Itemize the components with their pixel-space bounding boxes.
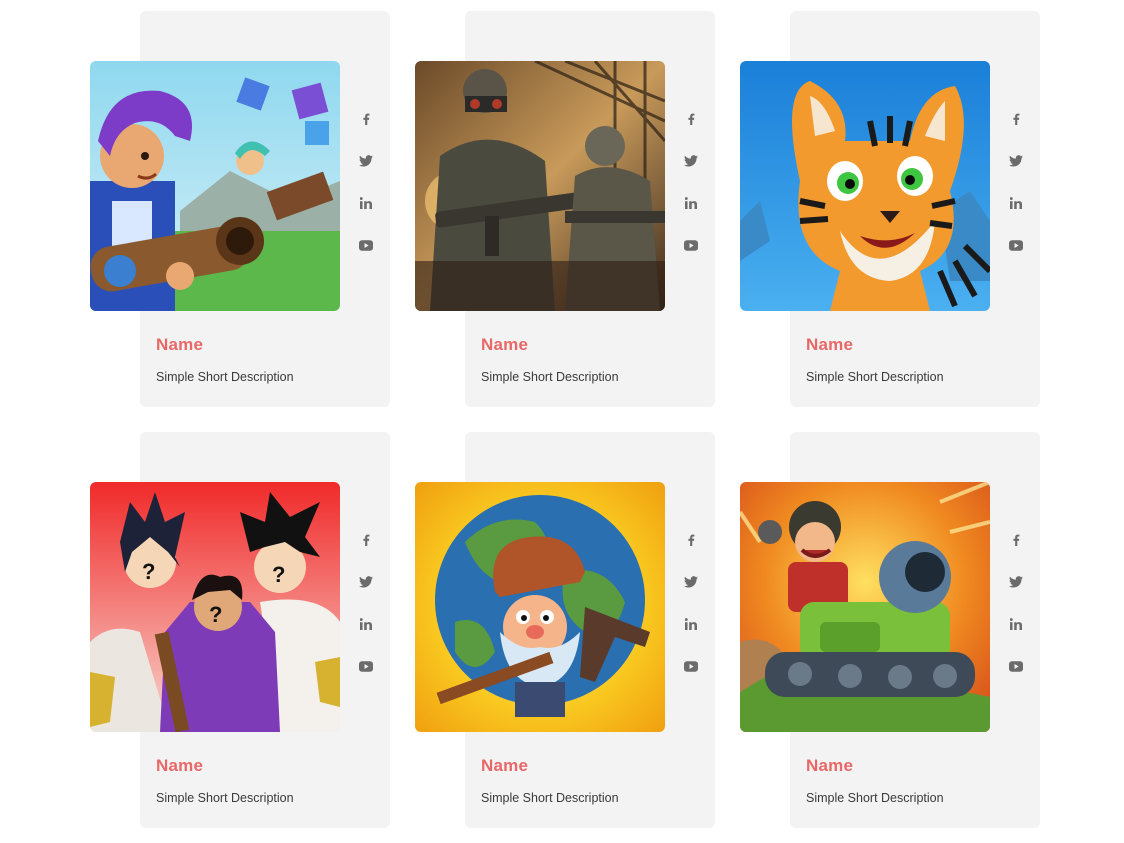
twitter-icon[interactable]: [683, 153, 699, 169]
linkedin-icon[interactable]: [683, 195, 699, 211]
twitter-icon[interactable]: [358, 574, 374, 590]
team-card: Name Simple Short Description: [740, 432, 1040, 828]
card-description: Simple Short Description: [481, 791, 619, 805]
youtube-icon[interactable]: [1008, 237, 1024, 253]
card-image-tank[interactable]: [740, 482, 990, 732]
linkedin-icon[interactable]: [1008, 195, 1024, 211]
twitter-icon[interactable]: [683, 574, 699, 590]
social-links: [1008, 532, 1024, 700]
card-description: Simple Short Description: [806, 791, 944, 805]
team-card: Name Simple Short Description: [90, 11, 390, 407]
card-image-soldiers[interactable]: [415, 61, 665, 311]
youtube-icon[interactable]: [683, 658, 699, 674]
linkedin-icon[interactable]: [683, 616, 699, 632]
facebook-icon[interactable]: [358, 111, 374, 127]
svg-text:?: ?: [142, 559, 155, 584]
facebook-icon[interactable]: [683, 111, 699, 127]
team-card: Name Simple Short Description: [415, 11, 715, 407]
card-name[interactable]: Name: [806, 335, 853, 355]
card-description: Simple Short Description: [156, 791, 294, 805]
card-image-tiger[interactable]: [740, 61, 990, 311]
twitter-icon[interactable]: [1008, 153, 1024, 169]
youtube-icon[interactable]: [358, 658, 374, 674]
card-name[interactable]: Name: [156, 756, 203, 776]
card-name[interactable]: Name: [156, 335, 203, 355]
social-links: [358, 532, 374, 700]
team-card: Name Simple Short Description: [740, 11, 1040, 407]
twitter-icon[interactable]: [1008, 574, 1024, 590]
card-image-hero[interactable]: [90, 61, 340, 311]
card-description: Simple Short Description: [156, 370, 294, 384]
social-links: [1008, 111, 1024, 279]
card-name[interactable]: Name: [481, 335, 528, 355]
twitter-icon[interactable]: [358, 153, 374, 169]
youtube-icon[interactable]: [1008, 658, 1024, 674]
linkedin-icon[interactable]: [1008, 616, 1024, 632]
card-name[interactable]: Name: [481, 756, 528, 776]
social-links: [683, 111, 699, 279]
youtube-icon[interactable]: [358, 237, 374, 253]
card-image-anime[interactable]: ? ? ?: [90, 482, 340, 732]
facebook-icon[interactable]: [683, 532, 699, 548]
svg-text:?: ?: [209, 602, 222, 627]
linkedin-icon[interactable]: [358, 195, 374, 211]
card-description: Simple Short Description: [806, 370, 944, 384]
team-card: ? ? ? Name Simple Short Description: [90, 432, 390, 828]
social-links: [358, 111, 374, 279]
youtube-icon[interactable]: [683, 237, 699, 253]
facebook-icon[interactable]: [1008, 532, 1024, 548]
facebook-icon[interactable]: [1008, 111, 1024, 127]
social-links: [683, 532, 699, 700]
card-image-prospector[interactable]: [415, 482, 665, 732]
linkedin-icon[interactable]: [358, 616, 374, 632]
team-card: Name Simple Short Description: [415, 432, 715, 828]
card-name[interactable]: Name: [806, 756, 853, 776]
card-description: Simple Short Description: [481, 370, 619, 384]
svg-text:?: ?: [272, 562, 285, 587]
facebook-icon[interactable]: [358, 532, 374, 548]
